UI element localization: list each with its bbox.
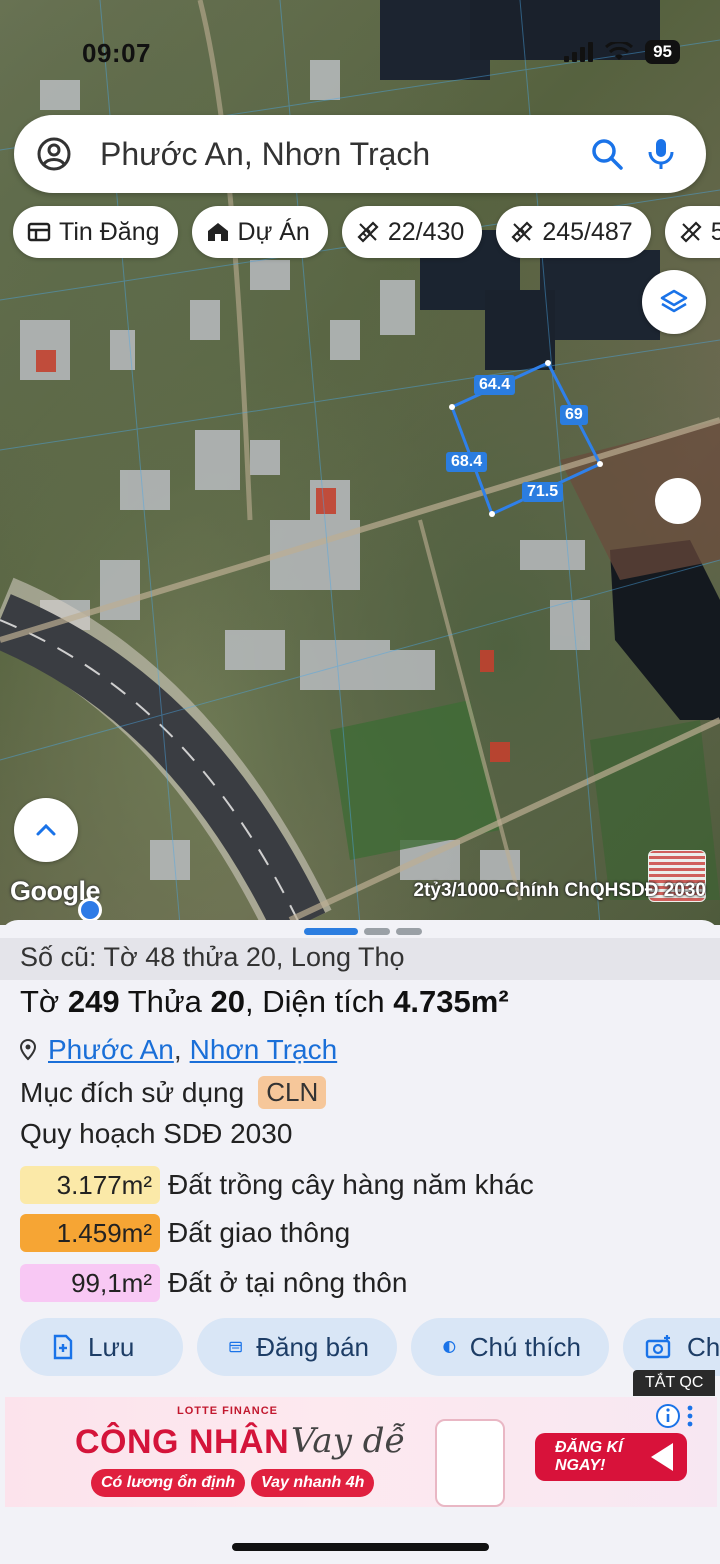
status-time: 09:07	[82, 38, 151, 68]
wifi-icon	[605, 42, 634, 60]
camera-button[interactable]: Ch	[623, 1318, 720, 1376]
chip-tin-dang[interactable]: Tin Đăng	[13, 206, 178, 258]
zone-area: 1.459m²	[20, 1214, 160, 1252]
expand-sheet-button[interactable]	[14, 798, 78, 862]
camera-plus-icon	[645, 1335, 671, 1359]
my-location-dot	[78, 898, 102, 922]
zone-area: 3.177m²	[20, 1166, 160, 1204]
house-icon	[207, 223, 228, 241]
ad-pill: Vay nhanh 4h	[251, 1469, 375, 1497]
land-use-purpose: Mục đích sử dụng CLN	[20, 1076, 327, 1109]
chip-label: Dự Án	[237, 217, 310, 246]
ad-script-text: Vay dễ	[291, 1421, 406, 1461]
map-layer-caption: 2tỷ3/1000-Chính ChQHSDĐ 2030	[413, 880, 707, 901]
chip-ratio-2[interactable]: 245/487	[496, 206, 651, 258]
status-indicators: 95	[564, 40, 680, 64]
more-vertical-icon	[687, 1405, 693, 1427]
microphone-icon[interactable]	[644, 137, 678, 171]
parcel-location: Phước An, Nhơn Trạch	[20, 1034, 337, 1066]
land-use-code-badge: CLN	[258, 1076, 327, 1109]
search-bar[interactable]: Phước An, Nhơn Trạch	[14, 115, 706, 193]
sheet-handle[interactable]	[304, 928, 422, 935]
home-indicator[interactable]	[232, 1543, 489, 1551]
zone-row: 1.459m² Đất giao thông	[20, 1214, 350, 1252]
account-icon[interactable]	[36, 136, 72, 172]
ad-headline: CÔNG NHÂN	[75, 1423, 290, 1461]
save-button[interactable]: Lưu	[20, 1318, 183, 1376]
post-for-sale-button[interactable]: Đăng bán	[197, 1318, 397, 1376]
layers-icon	[660, 289, 688, 313]
legend-button[interactable]: Chú thích	[411, 1318, 609, 1376]
ruler-icon	[511, 221, 533, 243]
ad-pill: Có lương ổn định	[91, 1469, 246, 1497]
info-icon	[656, 1404, 680, 1428]
filter-chips: Tin Đăng Dự Án 22/430 245/487 5	[13, 206, 720, 258]
search-input[interactable]: Phước An, Nhơn Trạch	[100, 136, 570, 173]
ad-banner[interactable]: LOTTE FINANCE CÔNG NHÂN Vay dễ Có lương …	[5, 1397, 717, 1507]
plot-edge-label-left: 68.4	[446, 452, 488, 472]
parcel-title: Tờ 249 Thửa 20, Diện tích 4.735m²	[20, 984, 509, 1019]
old-reference-row: Số cũ: Tờ 48 thửa 20, Long Thọ	[0, 938, 720, 980]
old-reference-text: Số cũ: Tờ 48 thửa 20, Long Thọ	[20, 942, 405, 972]
chip-label: Tin Đăng	[59, 217, 160, 246]
parcel-info-sheet: Số cũ: Tờ 48 thửa 20, Long Thọ Tờ 249 Th…	[0, 920, 720, 1564]
ad-register-button[interactable]: ĐĂNG KÍ NGAY!	[535, 1433, 687, 1481]
app-screen: 09:07 95 Phước An, Nhơn Trạch Tin Đăng D…	[0, 0, 720, 1564]
satellite-map[interactable]: 09:07 95 Phước An, Nhơn Trạch Tin Đăng D…	[0, 0, 720, 925]
ad-brand: LOTTE FINANCE	[177, 1405, 278, 1417]
zone-name: Đất trồng cây hàng năm khác	[168, 1169, 534, 1200]
zone-area: 99,1m²	[20, 1264, 160, 1302]
location-marker[interactable]	[655, 478, 701, 524]
hide-ads-button[interactable]: TẮT QC	[633, 1370, 716, 1396]
ruler-icon	[680, 221, 702, 243]
ad-phone-image	[435, 1419, 505, 1507]
layers-button[interactable]	[642, 270, 706, 334]
district-link[interactable]: Nhơn Trạch	[190, 1034, 338, 1066]
zone-row: 3.177m² Đất trồng cây hàng năm khác	[20, 1166, 534, 1204]
chevron-up-icon	[36, 823, 56, 836]
plot-edge-label-bottom: 71.5	[522, 482, 564, 502]
ward-link[interactable]: Phước An	[48, 1034, 174, 1066]
action-buttons: Lưu Đăng bán Chú thích Ch	[20, 1318, 720, 1376]
search-icon[interactable]	[590, 137, 624, 171]
ad-info[interactable]	[655, 1401, 711, 1431]
zone-row: 99,1m² Đất ở tại nông thôn	[20, 1264, 407, 1302]
chip-label: 22/430	[387, 217, 465, 246]
half-circle-icon	[443, 1341, 456, 1353]
planning-label: Quy hoạch SDĐ 2030	[20, 1118, 293, 1149]
chip-label: 245/487	[542, 217, 633, 246]
table-icon	[27, 222, 51, 242]
chip-ratio-3[interactable]: 5	[664, 206, 720, 258]
bookmark-plus-icon	[53, 1334, 73, 1360]
zone-name: Đất giao thông	[168, 1217, 351, 1248]
plot-edge-label-top: 64.4	[474, 375, 516, 395]
chip-ratio-1[interactable]: 22/430	[341, 206, 483, 258]
list-icon	[229, 1341, 242, 1353]
ruler-icon	[357, 221, 379, 243]
location-pin-icon	[20, 1039, 36, 1061]
zone-name: Đất ở tại nông thôn	[168, 1267, 408, 1298]
chip-label: 5	[710, 217, 720, 246]
chip-du-an[interactable]: Dự Án	[191, 206, 328, 258]
battery-indicator: 95	[645, 40, 680, 64]
cellular-signal-icon	[564, 42, 594, 62]
plot-edge-label-right: 69	[560, 405, 588, 425]
